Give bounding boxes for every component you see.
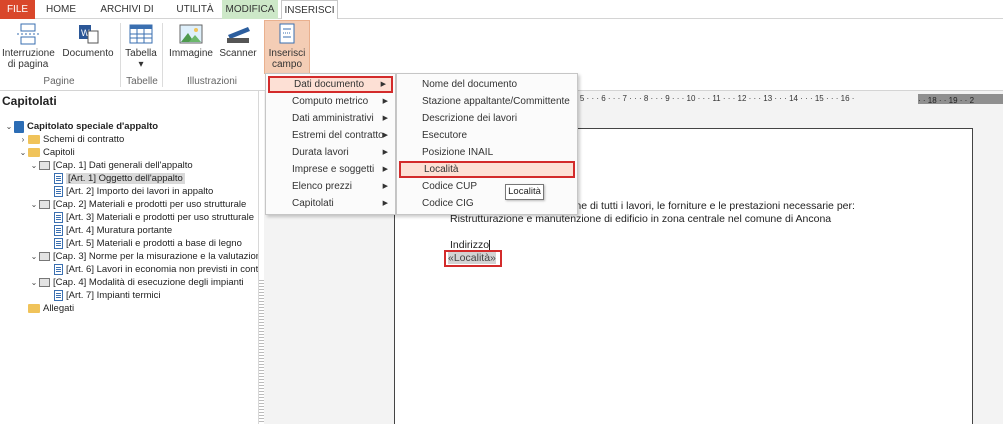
chevron-down-icon[interactable]: ⌄ [18,146,28,159]
separator [120,23,121,87]
article-icon [54,212,63,223]
group-label-pages: Pagine [43,76,75,87]
submenu-arrow-icon: ▶ [382,115,388,122]
tab-home[interactable]: HOME [40,0,82,19]
menu-item-imprese-soggetti[interactable]: Imprese e soggetti ▶ [268,161,393,178]
tree-node-chapter[interactable]: ⌄ [Cap. 3] Norme per la misurazione e la … [29,250,258,263]
tab-inserisci[interactable]: INSERISCI [281,0,338,20]
chevron-down-icon[interactable]: ⌄ [29,250,39,263]
chevron-down-icon[interactable]: ⌄ [29,198,39,211]
image-button[interactable]: Immagine [168,21,214,77]
document-line[interactable]: ecuzione di tutti i lavori, le forniture… [545,200,855,212]
chevron-down-icon[interactable]: ⌄ [29,159,39,172]
menu-item-dati-amministrativi[interactable]: Dati amministrativi ▶ [268,110,393,127]
submenu-item-descrizione-lavori[interactable]: Descrizione dei lavori [399,110,575,127]
menu-item-dati-documento[interactable]: Dati documento ▶ [268,76,393,93]
menu-item-elenco-prezzi[interactable]: Elenco prezzi ▶ [268,178,393,195]
submenu-item-codice-cup[interactable]: Codice CUP [399,178,575,195]
scanner-icon [227,27,250,43]
article-icon [54,290,63,301]
folder-icon [28,135,40,144]
tree-node-article[interactable]: [Art. 3] Materiali e prodotti per uso st… [54,211,254,224]
chevron-down-icon[interactable]: ⌄ [4,120,14,133]
menu-item-computo-metrico[interactable]: Computo metrico ▶ [268,93,393,110]
localita-merge-field[interactable]: «Località» [444,250,502,267]
scanner-button[interactable]: Scanner [218,21,258,77]
tree-node-article[interactable]: [Art. 6] Lavori in economia non previsti… [54,263,258,276]
tree-node-chapter[interactable]: ⌄ [Cap. 4] Modalità di esecuzione degli i… [29,276,244,289]
tab-utilita[interactable]: UTILITÀ [171,0,219,19]
chevron-right-icon[interactable]: › [18,133,28,146]
word-document-icon: W [79,25,99,44]
chevron-down-icon[interactable]: ⌄ [29,276,39,289]
tree-node-article[interactable]: [Art. 1] Oggetto dell'appalto [54,172,185,185]
submenu-item-posizione-inail[interactable]: Posizione INAIL [399,144,575,161]
article-icon [54,264,63,275]
submenu-item-codice-cig[interactable]: Codice CIG [399,195,575,212]
submenu-item-stazione-appaltante[interactable]: Stazione appaltante/Committente [399,93,575,110]
tab-modifica[interactable]: MODIFICA [222,0,278,19]
book-icon [14,120,24,133]
submenu-arrow-icon: ▶ [382,166,388,173]
page-break-icon [17,23,39,45]
ribbon-tabs: FILE HOME ARCHIVI DI BASE UTILITÀ MODIFI… [0,0,1003,34]
submenu-arrow-icon: ▶ [382,200,388,207]
tree-node-allegati[interactable]: Allegati [28,302,74,315]
insert-field-icon [279,23,295,44]
folder-icon [28,148,40,157]
group-label-illustrations: Illustrazioni [186,76,238,87]
menu-item-durata-lavori[interactable]: Durata lavori ▶ [268,144,393,161]
article-icon [54,173,63,184]
tab-archivi-di-base[interactable]: ARCHIVI DI BASE [86,0,168,34]
tree-node-schemi[interactable]: › Schemi di contratto [18,133,125,146]
folder-icon [28,304,40,313]
submenu-item-nome-documento[interactable]: Nome del documento [399,76,575,93]
insert-field-button[interactable]: Inserisci campo [264,20,310,74]
chapter-icon [39,278,50,287]
tree-node-article[interactable]: [Art. 7] Impianti termici [54,289,161,302]
tree-node-chapter[interactable]: ⌄ [Cap. 1] Dati generali dell'appalto [29,159,193,172]
chapter-icon [39,252,50,261]
document-button[interactable]: W Documento [60,21,116,77]
submenu-arrow-icon: ▶ [382,149,388,156]
table-icon [129,24,153,44]
submenu-arrow-icon: ▶ [382,132,388,139]
article-icon [54,238,63,249]
group-label-tables: Tabelle [126,76,158,87]
capitolati-panel: Capitolati ⌄ Capitolato speciale d'appalt… [0,91,259,424]
tree-node-article[interactable]: [Art. 2] Importo dei lavori in appalto [54,185,213,198]
submenu-item-localita[interactable]: Località [399,161,575,178]
submenu-arrow-icon: ▶ [382,183,388,190]
article-icon [54,225,63,236]
tree-node-capitoli[interactable]: ⌄ Capitoli [18,146,75,159]
insert-field-menu: Dati documento ▶ Computo metrico ▶ Dati am… [265,73,396,215]
tree-node-article[interactable]: [Art. 4] Muratura portante [54,224,172,237]
submenu-item-esecutore[interactable]: Esecutore [399,127,575,144]
chapter-icon [39,161,50,170]
submenu-arrow-icon: ▶ [380,81,386,88]
table-button[interactable]: Tabella ▾ [124,21,158,77]
chevron-down-icon: ▾ [138,59,144,70]
submenu-arrow-icon: ▶ [382,98,388,105]
ruler-margin[interactable]: · · 18 · · 19 · · 2 [918,94,1003,105]
tree-node-article[interactable]: [Art. 5] Materiali e prodotti a base di … [54,237,242,250]
menu-item-capitolati[interactable]: Capitolati ▶ [268,195,393,212]
separator [162,23,163,87]
article-icon [54,186,63,197]
dati-documento-submenu: Nome del documento Stazione appaltante/C… [396,73,578,215]
panel-title: Capitolati [2,94,57,108]
tooltip: Località [505,184,544,200]
tab-file[interactable]: FILE [0,0,35,19]
page-break-button[interactable]: Interruzione di pagina [2,21,55,77]
menu-item-estremi-contratto[interactable]: Estremi del contratto ▶ [268,127,393,144]
chapter-icon [39,200,50,209]
tree-node-chapter[interactable]: ⌄ [Cap. 2] Materiali e prodotti per uso s… [29,198,247,211]
tree-node-root[interactable]: ⌄ Capitolato speciale d'appalto [4,120,158,133]
image-icon [179,24,203,44]
